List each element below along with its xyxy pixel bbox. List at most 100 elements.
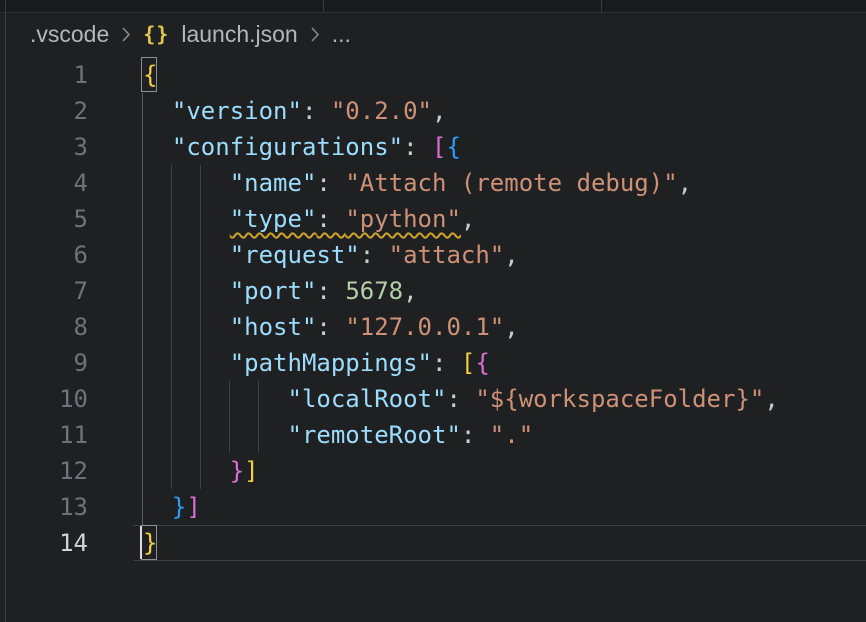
code-token — [143, 421, 288, 449]
line-number[interactable]: 6 — [0, 237, 88, 273]
line-number[interactable]: 11 — [0, 417, 88, 453]
code-line[interactable]: 14} — [0, 525, 866, 561]
code-token: "version" — [172, 97, 302, 125]
code-line[interactable]: 3 "configurations": [{ — [0, 129, 866, 165]
code-text[interactable]: "port": 5678, — [143, 273, 418, 309]
code-text[interactable]: }] — [143, 489, 201, 525]
code-token — [143, 277, 230, 305]
tab-separator — [323, 0, 324, 12]
code-token — [143, 241, 230, 269]
code-text[interactable]: "request": "attach", — [143, 237, 519, 273]
code-line[interactable]: 2 "version": "0.2.0", — [0, 93, 866, 129]
vscode-window: .vscode {} launch.json ... 1{2 "version"… — [0, 0, 866, 622]
line-number[interactable]: 9 — [0, 345, 88, 381]
code-text[interactable]: "configurations": [{ — [143, 129, 461, 165]
code-token: "host" — [230, 313, 317, 341]
line-number[interactable]: 3 — [0, 129, 88, 165]
json-file-icon: {} — [143, 22, 169, 46]
code-token: : — [446, 385, 475, 413]
line-number[interactable]: 13 — [0, 489, 88, 525]
code-token: "pathMappings" — [230, 349, 432, 377]
code-token: "python" — [345, 205, 461, 233]
bracket-match-box — [141, 525, 157, 560]
code-line[interactable]: 9 "pathMappings": [{ — [0, 345, 866, 381]
code-token: "localRoot" — [288, 385, 447, 413]
code-token: : — [316, 313, 345, 341]
code-text[interactable]: "type": "python", — [143, 201, 475, 237]
code-token — [143, 493, 172, 521]
line-number[interactable]: 2 — [0, 93, 88, 129]
code-text[interactable]: "name": "Attach (remote debug)", — [143, 165, 692, 201]
code-token — [143, 205, 230, 233]
code-line[interactable]: 4 "name": "Attach (remote debug)", — [0, 165, 866, 201]
code-token: , — [764, 385, 778, 413]
breadcrumb-item-symbol[interactable]: ... — [332, 21, 351, 48]
code-token: { — [475, 349, 489, 377]
line-number[interactable]: 14 — [0, 525, 88, 561]
code-token: : — [316, 205, 345, 233]
bracket-match-box — [141, 57, 157, 92]
code-token: "port" — [230, 277, 317, 305]
code-line[interactable]: 12 }] — [0, 453, 866, 489]
line-number[interactable]: 7 — [0, 273, 88, 309]
code-token: [ — [432, 133, 446, 161]
editor-left-border — [5, 0, 6, 622]
code-line[interactable]: 8 "host": "127.0.0.1", — [0, 309, 866, 345]
code-token: , — [403, 277, 417, 305]
code-token: : — [461, 421, 490, 449]
code-token: , — [678, 169, 692, 197]
code-token: : — [360, 241, 389, 269]
code-token: : — [403, 133, 432, 161]
code-token — [143, 313, 230, 341]
code-token: "configurations" — [172, 133, 403, 161]
code-line[interactable]: 6 "request": "attach", — [0, 237, 866, 273]
line-number[interactable]: 4 — [0, 165, 88, 201]
code-text[interactable]: }] — [143, 453, 259, 489]
code-token: , — [432, 97, 446, 125]
code-token: "${workspaceFolder}" — [475, 385, 764, 413]
breadcrumb: .vscode {} launch.json ... — [0, 13, 866, 55]
code-text[interactable]: "remoteRoot": "." — [143, 417, 533, 453]
chevron-right-icon — [121, 26, 131, 43]
code-token: 5678 — [345, 277, 403, 305]
line-number[interactable]: 5 — [0, 201, 88, 237]
code-line[interactable]: 13 }] — [0, 489, 866, 525]
code-token: : — [432, 349, 461, 377]
code-token: "request" — [230, 241, 360, 269]
code-token: "attach" — [389, 241, 505, 269]
code-token: "remoteRoot" — [288, 421, 461, 449]
breadcrumb-item-file[interactable]: launch.json — [181, 21, 297, 48]
code-token: "type" — [230, 205, 317, 233]
code-line[interactable]: 7 "port": 5678, — [0, 273, 866, 309]
code-token — [143, 385, 288, 413]
line-number[interactable]: 8 — [0, 309, 88, 345]
code-text[interactable]: "localRoot": "${workspaceFolder}", — [143, 381, 779, 417]
code-token: ] — [244, 457, 258, 485]
line-number[interactable]: 12 — [0, 453, 88, 489]
code-token: "name" — [230, 169, 317, 197]
code-token: , — [461, 205, 475, 233]
code-text[interactable]: "pathMappings": [{ — [143, 345, 490, 381]
code-line[interactable]: 1{ — [0, 57, 866, 93]
code-token: { — [446, 133, 460, 161]
code-token — [143, 133, 172, 161]
code-token: } — [172, 493, 186, 521]
line-number[interactable]: 1 — [0, 57, 88, 93]
code-line[interactable]: 11 "remoteRoot": "." — [0, 417, 866, 453]
code-line[interactable]: 5 "type": "python", — [0, 201, 866, 237]
breadcrumb-item-folder[interactable]: .vscode — [30, 21, 109, 48]
code-text[interactable]: "version": "0.2.0", — [143, 93, 446, 129]
code-token: "." — [490, 421, 533, 449]
code-lines: 1{2 "version": "0.2.0",3 "configurations… — [0, 57, 866, 561]
tab-bar — [0, 0, 866, 13]
code-token — [143, 169, 230, 197]
code-token — [143, 349, 230, 377]
code-line[interactable]: 10 "localRoot": "${workspaceFolder}", — [0, 381, 866, 417]
code-text[interactable]: "host": "127.0.0.1", — [143, 309, 519, 345]
code-token: : — [316, 277, 345, 305]
line-number[interactable]: 10 — [0, 381, 88, 417]
code-token: "0.2.0" — [331, 97, 432, 125]
code-token: , — [504, 241, 518, 269]
code-token: } — [230, 457, 244, 485]
chevron-right-icon — [310, 26, 320, 43]
